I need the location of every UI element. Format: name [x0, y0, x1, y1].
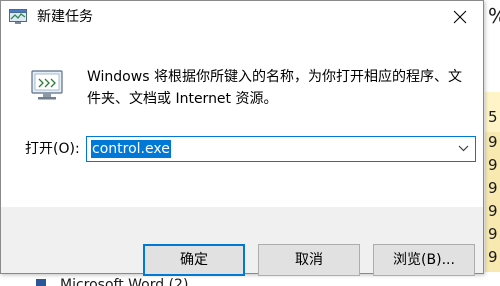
bg-value: 9 [488, 133, 498, 151]
new-task-dialog: 新建任务 Windows 将根据你所键入的名称，为你打开相应的程序、文件夹、文档… [0, 0, 484, 276]
bg-percent: % [488, 6, 500, 26]
dialog-description: Windows 将根据你所键入的名称，为你打开相应的程序、文件夹、文档或 Int… [87, 69, 462, 107]
background-process-row[interactable]: Microsoft Word (2) [0, 276, 500, 286]
dialog-title: 新建任务 [37, 9, 93, 25]
run-dialog-icon [31, 70, 63, 100]
background-window-column: % 5 9 9 9 9 9 9 [485, 0, 500, 286]
close-icon [453, 10, 467, 24]
ok-button[interactable]: 确定 [143, 244, 245, 276]
close-button[interactable] [437, 1, 483, 33]
bg-value: 9 [488, 156, 498, 174]
task-manager-icon [9, 9, 27, 24]
open-combobox[interactable]: control.exe [86, 136, 476, 162]
dialog-body: Windows 将根据你所键入的名称，为你打开相应的程序、文件夹、文档或 Int… [1, 33, 483, 207]
word-icon [36, 279, 46, 286]
bg-value: 9 [488, 225, 498, 243]
dialog-footer: 确定 取消 浏览(B)... [1, 207, 483, 276]
open-label: 打开(O): [25, 141, 80, 157]
bg-value: 5 [488, 108, 498, 126]
process-name: Microsoft Word (2) [60, 277, 189, 286]
bg-value: 9 [488, 202, 498, 220]
dropdown-arrow-icon[interactable] [458, 145, 469, 152]
open-input-value[interactable]: control.exe [91, 140, 171, 158]
bg-value: 9 [488, 248, 498, 266]
browse-button[interactable]: 浏览(B)... [373, 244, 475, 276]
cancel-button[interactable]: 取消 [258, 244, 360, 276]
bg-value: 9 [488, 179, 498, 197]
title-bar[interactable]: 新建任务 [1, 1, 483, 33]
